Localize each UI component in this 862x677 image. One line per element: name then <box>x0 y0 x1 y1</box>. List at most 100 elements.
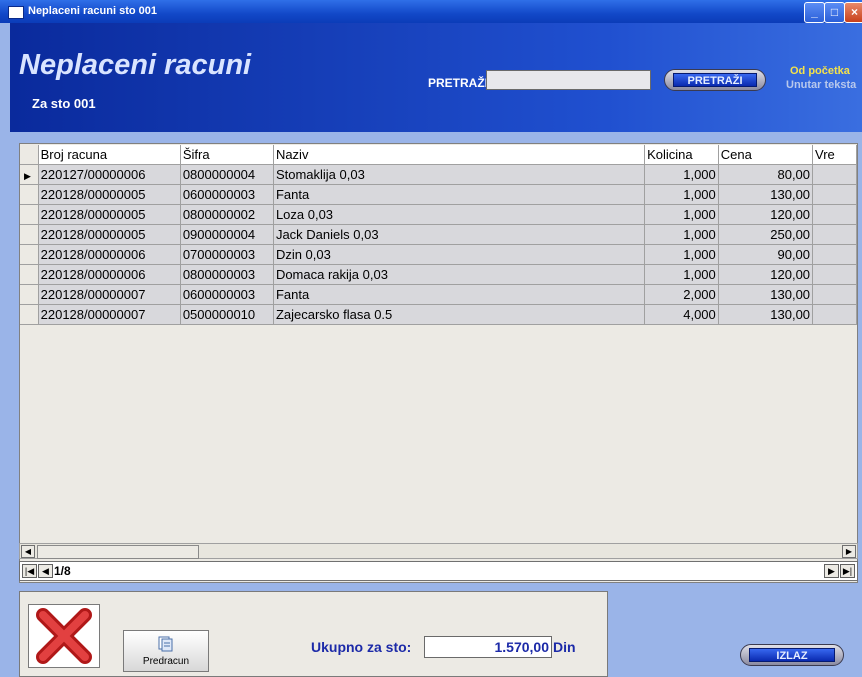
table-cell[interactable]: 220128/00000005 <box>38 204 181 225</box>
table-cell[interactable]: Fanta <box>273 184 646 205</box>
table-cell[interactable]: 90,00 <box>718 244 814 265</box>
table-cell[interactable]: Dzin 0,03 <box>273 244 646 265</box>
table-cell[interactable]: 220128/00000006 <box>38 264 181 285</box>
table-row[interactable]: ▶ 220127/00000006 0800000004 Stomaklija 0,0… <box>20 164 857 185</box>
search-button[interactable]: PRETRAŽI <box>664 69 766 91</box>
table-cell[interactable]: 130,00 <box>718 284 814 305</box>
prev-record-icon[interactable]: ◀ <box>38 564 53 578</box>
table-cell[interactable] <box>812 244 857 265</box>
table-cell[interactable]: 130,00 <box>718 304 814 325</box>
table-cell[interactable]: 80,00 <box>718 164 814 185</box>
table-cell[interactable] <box>812 224 857 245</box>
table-cell[interactable]: 0900000004 <box>180 224 274 245</box>
table-cell[interactable]: Jack Daniels 0,03 <box>273 224 646 245</box>
table-cell[interactable]: Fanta <box>273 284 646 305</box>
predracun-button[interactable]: Predracun <box>123 630 209 672</box>
table-cell[interactable]: 130,00 <box>718 184 814 205</box>
table-cell[interactable] <box>812 184 857 205</box>
next-record-icon[interactable]: ▶ <box>824 564 839 578</box>
table-cell[interactable]: 1,000 <box>644 184 719 205</box>
table-cell[interactable] <box>812 284 857 305</box>
table-cell[interactable]: 0600000003 <box>180 184 274 205</box>
table-cell[interactable] <box>812 164 857 185</box>
row-indicator-header <box>20 145 39 165</box>
row-indicator[interactable] <box>20 284 39 305</box>
table-row[interactable]: 220128/00000007 0600000003 Fanta 2,000 130,0… <box>20 284 857 305</box>
table-cell[interactable]: 2,000 <box>644 284 719 305</box>
row-indicator[interactable] <box>20 304 39 325</box>
scroll-left-icon[interactable]: ◀ <box>21 545 35 558</box>
documents-icon <box>158 636 173 652</box>
table-cell[interactable]: Loza 0,03 <box>273 204 646 225</box>
table-cell[interactable]: 250,00 <box>718 224 814 245</box>
last-record-icon[interactable]: ▶| <box>840 564 855 578</box>
table-cell[interactable] <box>812 264 857 285</box>
table-cell[interactable]: 220128/00000006 <box>38 244 181 265</box>
table-cell[interactable]: 120,00 <box>718 204 814 225</box>
table-cell[interactable]: 1,000 <box>644 224 719 245</box>
table-cell[interactable]: 120,00 <box>718 264 814 285</box>
table-row[interactable]: 220128/00000005 0600000003 Fanta 1,000 130,0… <box>20 184 857 205</box>
horizontal-scrollbar[interactable]: ◀ ▶ <box>19 543 858 559</box>
table-cell[interactable] <box>812 304 857 325</box>
search-option-inside[interactable]: Unutar teksta <box>786 79 856 91</box>
close-button[interactable]: × <box>844 2 862 23</box>
table-header-row: Broj racuna Šifra Naziv Kolicina Cena Vr… <box>20 145 857 165</box>
table-cell[interactable]: 0600000003 <box>180 284 274 305</box>
row-indicator[interactable] <box>20 204 39 225</box>
column-header[interactable]: Naziv <box>273 145 646 165</box>
table-cell[interactable]: 0800000004 <box>180 164 274 185</box>
table-row[interactable]: 220128/00000005 0800000002 Loza 0,03 1,000 1… <box>20 204 857 225</box>
scroll-thumb[interactable] <box>37 545 199 559</box>
row-indicator[interactable]: ▶ <box>20 164 39 185</box>
table-cell[interactable]: 220128/00000005 <box>38 184 181 205</box>
exit-button-label: IZLAZ <box>749 648 835 662</box>
search-input[interactable] <box>486 70 651 90</box>
column-header[interactable]: Vre <box>812 145 857 165</box>
table-row[interactable]: 220128/00000005 0900000004 Jack Daniels 0,… <box>20 224 857 245</box>
total-label: Ukupno za sto: <box>311 639 412 655</box>
scroll-right-icon[interactable]: ▶ <box>842 545 856 558</box>
window-title: Neplaceni racuni sto 001 <box>28 5 157 17</box>
table-cell[interactable]: 0700000003 <box>180 244 274 265</box>
table-cell[interactable]: 0800000003 <box>180 264 274 285</box>
predracun-label: Predracun <box>142 656 190 667</box>
table-cell[interactable]: 220128/00000007 <box>38 284 181 305</box>
column-header[interactable]: Broj racuna <box>38 145 181 165</box>
cancel-button[interactable] <box>28 604 100 668</box>
search-label: PRETRAŽI <box>428 76 488 90</box>
column-header[interactable]: Kolicina <box>644 145 719 165</box>
row-indicator[interactable] <box>20 264 39 285</box>
table-cell[interactable]: 1,000 <box>644 264 719 285</box>
table-cell[interactable]: 0800000002 <box>180 204 274 225</box>
table-row[interactable]: 220128/00000007 0500000010 Zajecarsko flas… <box>20 304 857 325</box>
row-indicator[interactable] <box>20 244 39 265</box>
search-option-start[interactable]: Od početka <box>790 65 850 77</box>
column-header[interactable]: Šifra <box>180 145 274 165</box>
table-cell[interactable]: 1,000 <box>644 164 719 185</box>
minimize-button[interactable]: _ <box>804 2 825 23</box>
record-navigator: |◀ ◀ 1/8 ▶ ▶| <box>19 561 858 581</box>
table-row[interactable]: 220128/00000006 0800000003 Domaca rakija 0… <box>20 264 857 285</box>
table-cell[interactable]: 0500000010 <box>180 304 274 325</box>
current-row-icon: ▶ <box>24 171 31 181</box>
first-record-icon[interactable]: |◀ <box>22 564 37 578</box>
table-cell[interactable]: 1,000 <box>644 204 719 225</box>
exit-button[interactable]: IZLAZ <box>740 644 844 666</box>
table-cell[interactable]: Stomaklija 0,03 <box>273 164 646 185</box>
page-title: Neplaceni racuni <box>19 49 252 81</box>
row-indicator[interactable] <box>20 224 39 245</box>
table-cell[interactable]: 220127/00000006 <box>38 164 181 185</box>
header-panel: Neplaceni racuni Za sto 001 PRETRAŽI PRE… <box>10 23 862 132</box>
table-cell[interactable]: 1,000 <box>644 244 719 265</box>
table-row[interactable]: 220128/00000006 0700000003 Dzin 0,03 1,000 9… <box>20 244 857 265</box>
table-cell[interactable]: 220128/00000005 <box>38 224 181 245</box>
table-cell[interactable]: Domaca rakija 0,03 <box>273 264 646 285</box>
table-cell[interactable] <box>812 204 857 225</box>
column-header[interactable]: Cena <box>718 145 814 165</box>
maximize-button[interactable]: □ <box>824 2 845 23</box>
table-cell[interactable]: Zajecarsko flasa 0.5 <box>273 304 646 325</box>
table-cell[interactable]: 220128/00000007 <box>38 304 181 325</box>
row-indicator[interactable] <box>20 184 39 205</box>
table-cell[interactable]: 4,000 <box>644 304 719 325</box>
